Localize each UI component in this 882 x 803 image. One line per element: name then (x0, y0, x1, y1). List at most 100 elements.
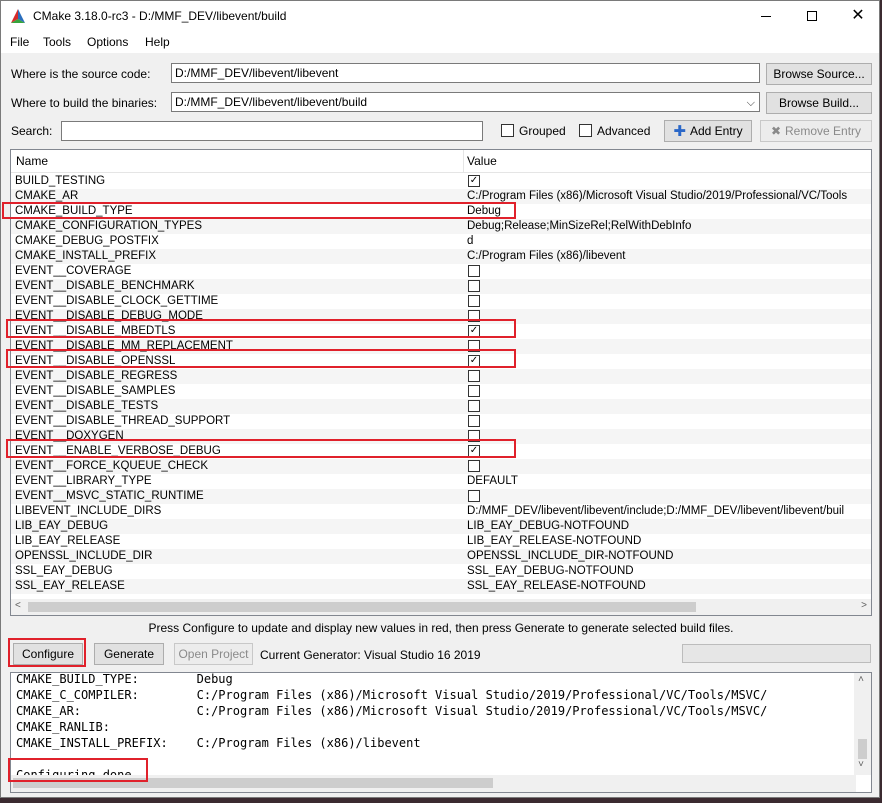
table-row[interactable]: BUILD_TESTING ✓ (11, 174, 871, 189)
checked-checkbox[interactable]: ✓ (468, 325, 480, 337)
scroll-down-icon[interactable]: ˅ (858, 759, 864, 771)
table-row[interactable]: EVENT__ENABLE_VERBOSE_DEBUG ✓ (11, 444, 871, 459)
variable-value[interactable]: LIB_EAY_RELEASE-NOTFOUND (467, 534, 641, 549)
table-row[interactable]: EVENT__DISABLE_TESTS (11, 399, 871, 414)
unchecked-checkbox[interactable] (468, 430, 480, 442)
unchecked-checkbox[interactable] (468, 265, 480, 277)
scroll-left-icon[interactable]: < (15, 600, 21, 611)
advanced-checkbox[interactable] (579, 124, 592, 137)
output-hscroll-thumb[interactable] (13, 778, 493, 788)
table-row[interactable]: SSL_EAY_DEBUG SSL_EAY_DEBUG-NOTFOUND (11, 564, 871, 579)
table-row[interactable]: LIBEVENT_INCLUDE_DIRS D:/MMF_DEV/libevent… (11, 504, 871, 519)
table-row[interactable]: EVENT__COVERAGE (11, 264, 871, 279)
unchecked-checkbox[interactable] (468, 295, 480, 307)
variable-value[interactable]: SSL_EAY_RELEASE-NOTFOUND (467, 579, 646, 594)
variable-value[interactable]: LIB_EAY_DEBUG-NOTFOUND (467, 519, 629, 534)
table-row[interactable]: EVENT__MSVC_STATIC_RUNTIME (11, 489, 871, 504)
variable-name: EVENT__MSVC_STATIC_RUNTIME (15, 490, 204, 502)
variable-value[interactable]: SSL_EAY_DEBUG-NOTFOUND (467, 564, 634, 579)
variable-value[interactable]: C:/Program Files (x86)/libevent (467, 249, 626, 264)
source-path-input[interactable]: D:/MMF_DEV/libevent/libevent (171, 63, 760, 83)
table-row[interactable]: OPENSSL_INCLUDE_DIR OPENSSL_INCLUDE_DIR-N… (11, 549, 871, 564)
unchecked-checkbox[interactable] (468, 385, 480, 397)
checked-checkbox[interactable]: ✓ (468, 445, 480, 457)
output-scrollbar-thumb[interactable] (858, 739, 867, 759)
table-row[interactable]: EVENT__DISABLE_OPENSSL ✓ (11, 354, 871, 369)
table-row[interactable]: EVENT__DISABLE_DEBUG_MODE (11, 309, 871, 324)
column-header-name[interactable]: Name (16, 154, 48, 168)
variable-value[interactable]: Debug;Release;MinSizeRel;RelWithDebInfo (467, 219, 691, 234)
table-row[interactable]: EVENT__LIBRARY_TYPE DEFAULT (11, 474, 871, 489)
variable-value[interactable]: C:/Program Files (x86)/Microsoft Visual … (467, 189, 847, 204)
table-row[interactable]: EVENT__DISABLE_BENCHMARK (11, 279, 871, 294)
variable-value[interactable]: OPENSSL_INCLUDE_DIR-NOTFOUND (467, 549, 673, 564)
variable-value[interactable]: Debug (467, 204, 501, 219)
table-row[interactable]: EVENT__DISABLE_MM_REPLACEMENT (11, 339, 871, 354)
table-row[interactable]: CMAKE_AR C:/Program Files (x86)/Microsoft… (11, 189, 871, 204)
window-title: CMake 3.18.0-rc3 - D:/MMF_DEV/libevent/b… (33, 9, 287, 23)
variable-name: LIB_EAY_DEBUG (15, 520, 109, 532)
maximize-button[interactable] (789, 1, 835, 31)
table-row[interactable]: EVENT__FORCE_KQUEUE_CHECK (11, 459, 871, 474)
table-row[interactable]: CMAKE_BUILD_TYPE Debug (11, 204, 871, 219)
chevron-down-icon[interactable]: ⌵ (747, 94, 755, 111)
variable-name: EVENT__DISABLE_REGRESS (15, 370, 178, 382)
unchecked-checkbox[interactable] (468, 400, 480, 412)
open-project-button[interactable]: Open Project (174, 643, 253, 665)
menu-bar: File Tools Options Help (1, 31, 879, 53)
table-row[interactable]: SSL_EAY_RELEASE SSL_EAY_RELEASE-NOTFOUND (11, 579, 871, 594)
output-vertical-scrollbar[interactable]: ˄ ˅ (854, 673, 871, 775)
column-header-value[interactable]: Value (467, 154, 497, 168)
build-path-combobox[interactable]: D:/MMF_DEV/libevent/libevent/build ⌵ (171, 92, 760, 112)
remove-entry-button[interactable]: ✖ Remove Entry (760, 120, 872, 142)
variable-value[interactable]: DEFAULT (467, 474, 518, 489)
table-row[interactable]: EVENT__DISABLE_REGRESS (11, 369, 871, 384)
table-horizontal-scrollbar[interactable]: < > (11, 599, 871, 615)
checked-checkbox[interactable]: ✓ (468, 355, 480, 367)
cache-variables-table[interactable]: Name Value BUILD_TESTING ✓ CMAKE_AR C:/Prog… (10, 149, 872, 616)
variable-value[interactable]: d (467, 234, 473, 249)
table-row[interactable]: LIB_EAY_DEBUG LIB_EAY_DEBUG-NOTFOUND (11, 519, 871, 534)
grouped-checkbox[interactable] (501, 124, 514, 137)
checked-checkbox[interactable]: ✓ (468, 175, 480, 187)
menu-help[interactable]: Help (145, 35, 170, 49)
search-input[interactable] (61, 121, 483, 141)
title-bar[interactable]: CMake 3.18.0-rc3 - D:/MMF_DEV/libevent/b… (1, 1, 879, 31)
close-button[interactable]: ✕ (835, 1, 879, 31)
unchecked-checkbox[interactable] (468, 415, 480, 427)
unchecked-checkbox[interactable] (468, 280, 480, 292)
table-row[interactable]: EVENT__DISABLE_SAMPLES (11, 384, 871, 399)
scrollbar-thumb[interactable] (28, 602, 696, 612)
unchecked-checkbox[interactable] (468, 370, 480, 382)
add-entry-label: Add Entry (689, 124, 743, 138)
table-row[interactable]: EVENT__DISABLE_MBEDTLS ✓ (11, 324, 871, 339)
variable-value[interactable]: D:/MMF_DEV/libevent/libevent/include;D:/… (467, 504, 844, 519)
table-row[interactable]: CMAKE_CONFIGURATION_TYPES Debug;Release;M… (11, 219, 871, 234)
scroll-up-icon[interactable]: ˄ (858, 674, 864, 686)
table-row[interactable]: CMAKE_DEBUG_POSTFIX d (11, 234, 871, 249)
unchecked-checkbox[interactable] (468, 310, 480, 322)
browse-source-button[interactable]: Browse Source... (766, 63, 872, 85)
scroll-right-icon[interactable]: > (861, 600, 867, 611)
minimize-button[interactable] (743, 1, 789, 31)
configure-button[interactable]: Configure (13, 643, 83, 665)
table-row[interactable]: EVENT__DISABLE_CLOCK_GETTIME (11, 294, 871, 309)
unchecked-checkbox[interactable] (468, 460, 480, 472)
table-row[interactable]: CMAKE_INSTALL_PREFIX C:/Program Files (x8… (11, 249, 871, 264)
table-row[interactable]: LIB_EAY_RELEASE LIB_EAY_RELEASE-NOTFOUND (11, 534, 871, 549)
output-log[interactable]: CMAKE_BUILD_TYPE: Debug CMAKE_C_COMPILER:… (10, 672, 872, 793)
output-line: CMAKE_RANLIB: (16, 720, 110, 734)
generate-button[interactable]: Generate (94, 643, 164, 665)
column-divider[interactable] (463, 150, 464, 172)
table-row[interactable]: EVENT__DOXYGEN (11, 429, 871, 444)
variable-name: EVENT__DISABLE_THREAD_SUPPORT (15, 415, 231, 427)
menu-file[interactable]: File (10, 35, 29, 49)
browse-build-button[interactable]: Browse Build... (766, 92, 872, 114)
menu-tools[interactable]: Tools (43, 35, 71, 49)
menu-options[interactable]: Options (87, 35, 128, 49)
unchecked-checkbox[interactable] (468, 490, 480, 502)
table-row[interactable]: EVENT__DISABLE_THREAD_SUPPORT (11, 414, 871, 429)
unchecked-checkbox[interactable] (468, 340, 480, 352)
add-entry-button[interactable]: ✚ Add Entry (664, 120, 752, 142)
output-horizontal-scrollbar[interactable] (11, 775, 856, 792)
